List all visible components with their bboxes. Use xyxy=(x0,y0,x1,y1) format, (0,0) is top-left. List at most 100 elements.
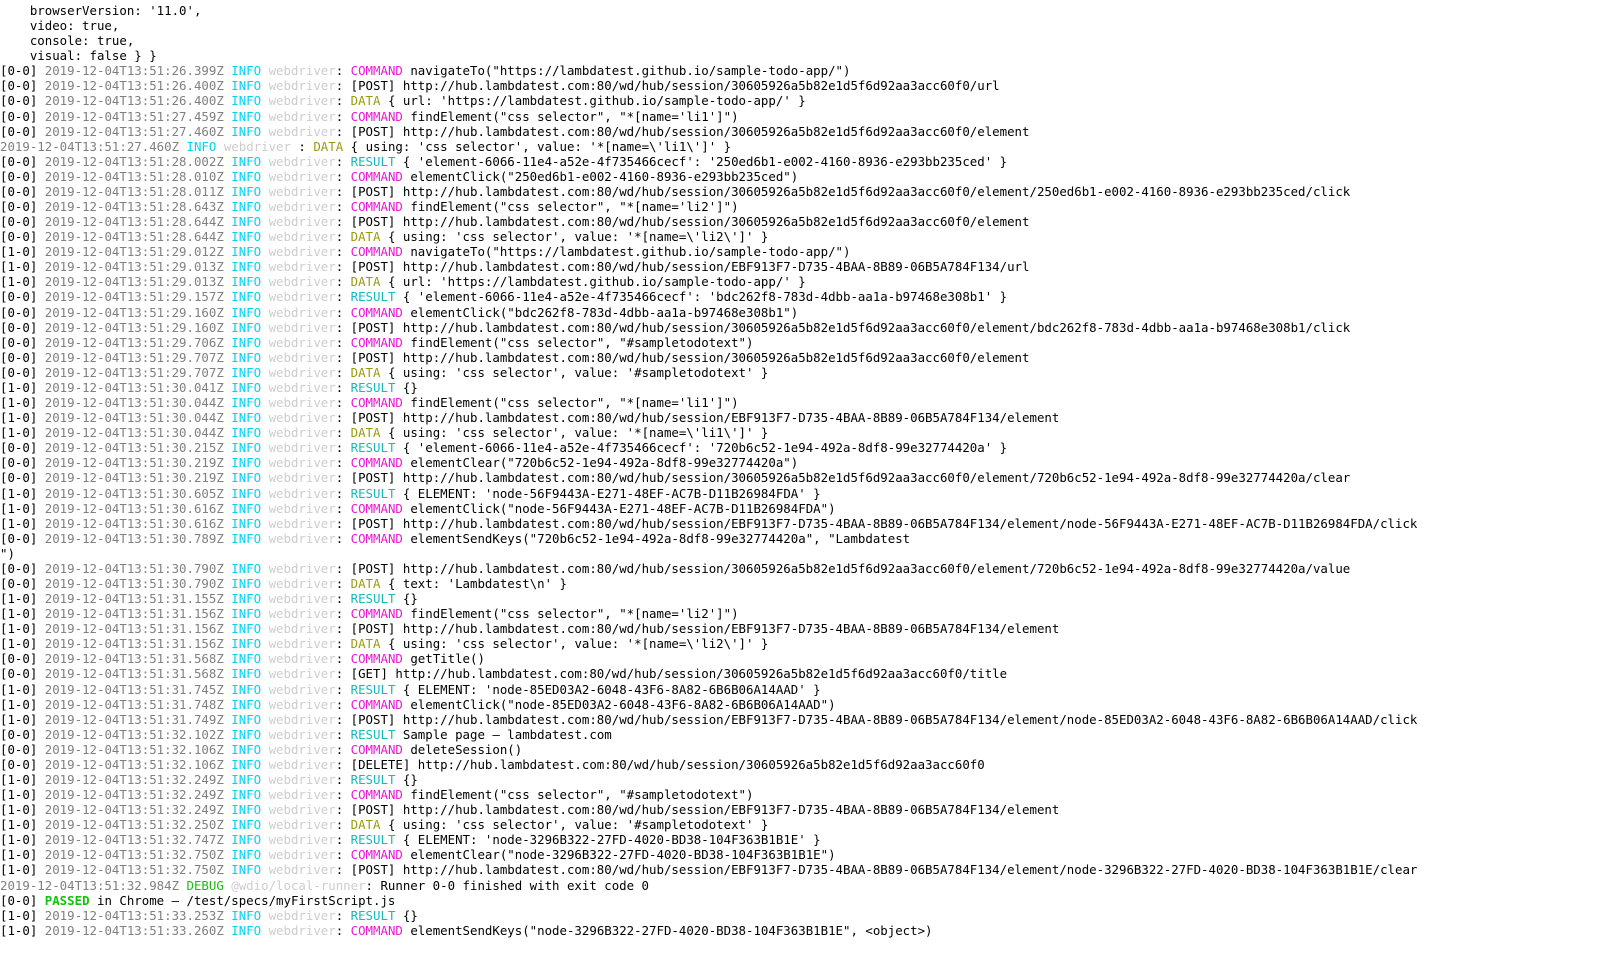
log-line: [0-0] 2019-12-04T13:51:30.215Z INFO webd… xyxy=(0,440,1600,455)
log-line: [0-0] 2019-12-04T13:51:29.706Z INFO webd… xyxy=(0,335,1600,350)
log-token: : xyxy=(335,847,351,863)
log-line: [0-0] 2019-12-04T13:51:29.707Z INFO webd… xyxy=(0,365,1600,380)
log-token: INFO xyxy=(231,244,269,260)
log-token: RESULT xyxy=(350,153,396,169)
log-token: 2019-12-04T13:51:32.106Z xyxy=(44,756,232,772)
log-line: [1-0] 2019-12-04T13:51:32.249Z INFO webd… xyxy=(0,772,1600,787)
log-line: [0-0] PASSED in Chrome – /test/specs/myF… xyxy=(0,893,1600,908)
log-token: : Runner 0-0 finished with exit code 0 xyxy=(365,877,650,893)
log-token: INFO xyxy=(231,515,269,531)
log-line: [1-0] 2019-12-04T13:51:32.249Z INFO webd… xyxy=(0,787,1600,802)
log-token: INFO xyxy=(231,711,269,727)
log-token: webdriver xyxy=(268,304,336,320)
log-token: [0-0] xyxy=(0,440,45,456)
log-line: [0-0] 2019-12-04T13:51:28.644Z INFO webd… xyxy=(0,229,1600,244)
log-token: webdriver xyxy=(268,636,336,652)
log-token: 2019-12-04T13:51:29.012Z xyxy=(44,244,232,260)
log-token: COMMAND xyxy=(350,530,403,546)
log-token: INFO xyxy=(231,787,269,803)
log-token: INFO xyxy=(231,304,269,320)
log-token: INFO xyxy=(231,63,269,79)
log-token: INFO xyxy=(231,681,269,697)
log-line: [0-0] 2019-12-04T13:51:30.219Z INFO webd… xyxy=(0,455,1600,470)
log-token: INFO xyxy=(231,771,269,787)
log-token: [1-0] xyxy=(0,847,45,863)
log-token: elementClick("bdc262f8-783d-4dbb-aa1a-b9… xyxy=(402,304,799,320)
log-token: 2019-12-04T13:51:33.260Z xyxy=(44,922,232,938)
log-token: webdriver xyxy=(268,591,336,607)
log-token: INFO xyxy=(231,93,269,109)
log-token: : xyxy=(335,606,351,622)
log-token: webdriver xyxy=(268,108,336,124)
log-line: video: true, xyxy=(0,18,1600,33)
log-token: COMMAND xyxy=(350,395,403,411)
log-token: [1-0] xyxy=(0,244,45,260)
log-token: { ELEMENT: 'node-3296B322-27FD-4020-BD38… xyxy=(395,832,821,848)
log-token: 2019-12-04T13:51:29.707Z xyxy=(44,349,232,365)
log-token: : xyxy=(335,153,351,169)
log-token: : xyxy=(335,681,351,697)
log-token: [0-0] xyxy=(0,229,45,245)
log-token: RESULT xyxy=(350,681,396,697)
log-token: 2019-12-04T13:51:30.044Z xyxy=(44,395,232,411)
log-token: : [POST] http://hub.lambdatest.com:80/wd… xyxy=(335,560,1351,576)
log-token: 2019-12-04T13:51:27.460Z xyxy=(44,123,232,139)
log-token: [0-0] xyxy=(0,63,45,79)
log-line: [1-0] 2019-12-04T13:51:30.605Z INFO webd… xyxy=(0,486,1600,501)
log-token: : xyxy=(335,379,351,395)
log-token: [1-0] xyxy=(0,621,45,637)
log-token: [0-0] xyxy=(0,289,45,305)
log-line: [0-0] 2019-12-04T13:51:32.106Z INFO webd… xyxy=(0,742,1600,757)
log-line: [0-0] 2019-12-04T13:51:31.568Z INFO webd… xyxy=(0,666,1600,681)
log-token: webdriver xyxy=(268,862,336,878)
log-token: webdriver xyxy=(268,410,336,426)
log-token: webdriver xyxy=(268,530,336,546)
log-line: [1-0] 2019-12-04T13:51:31.156Z INFO webd… xyxy=(0,606,1600,621)
log-token: : xyxy=(335,304,351,320)
log-token: {} xyxy=(395,771,418,787)
log-token: [1-0] xyxy=(0,379,45,395)
log-line: [0-0] 2019-12-04T13:51:26.400Z INFO webd… xyxy=(0,78,1600,93)
log-token: INFO xyxy=(231,560,269,576)
log-token: : [DELETE] http://hub.lambdatest.com:80/… xyxy=(335,756,985,772)
log-token: COMMAND xyxy=(350,199,403,215)
log-token: : [POST] http://hub.lambdatest.com:80/wd… xyxy=(335,515,1418,531)
log-token: RESULT xyxy=(350,485,396,501)
log-token: INFO xyxy=(231,183,269,199)
log-token: DATA xyxy=(350,229,381,245)
log-token: 2019-12-04T13:51:30.044Z xyxy=(44,410,232,426)
log-token: [0-0] xyxy=(0,575,45,591)
terminal-output[interactable]: browserVersion: '11.0', video: true, con… xyxy=(0,0,1600,938)
log-token: [1-0] xyxy=(0,591,45,607)
log-token: COMMAND xyxy=(350,741,403,757)
log-token: ") xyxy=(0,545,15,561)
log-token: webdriver xyxy=(268,440,336,456)
log-token: webdriver xyxy=(268,802,336,818)
log-token: 2019-12-04T13:51:32.250Z xyxy=(44,817,232,833)
log-token: COMMAND xyxy=(350,334,403,350)
log-token: COMMAND xyxy=(350,108,403,124)
log-token: 2019-12-04T13:51:32.106Z xyxy=(44,741,232,757)
log-token: [0-0] xyxy=(0,892,45,908)
log-token: [0-0] xyxy=(0,756,45,772)
log-line: [1-0] 2019-12-04T13:51:31.749Z INFO webd… xyxy=(0,712,1600,727)
log-token: INFO xyxy=(231,259,269,275)
log-token: 2019-12-04T13:51:31.749Z xyxy=(44,711,232,727)
log-token: [1-0] xyxy=(0,606,45,622)
log-token: [0-0] xyxy=(0,334,45,350)
log-token: [1-0] xyxy=(0,274,45,290)
log-token: INFO xyxy=(231,78,269,94)
log-token: webdriver xyxy=(268,696,336,712)
log-token: INFO xyxy=(231,621,269,637)
log-token: 2019-12-04T13:51:30.616Z xyxy=(44,515,232,531)
log-token: 2019-12-04T13:51:29.706Z xyxy=(44,334,232,350)
log-token: INFO xyxy=(231,726,269,742)
log-token: : [POST] http://hub.lambdatest.com:80/wd… xyxy=(335,319,1351,335)
log-token: 2019-12-04T13:51:32.747Z xyxy=(44,832,232,848)
log-line: [0-0] 2019-12-04T13:51:30.789Z INFO webd… xyxy=(0,531,1600,546)
log-token: : xyxy=(335,741,351,757)
log-token: 2019-12-04T13:51:30.219Z xyxy=(44,455,232,471)
log-token: {} xyxy=(395,907,418,923)
log-token: INFO xyxy=(231,500,269,516)
log-token: webdriver xyxy=(268,500,336,516)
